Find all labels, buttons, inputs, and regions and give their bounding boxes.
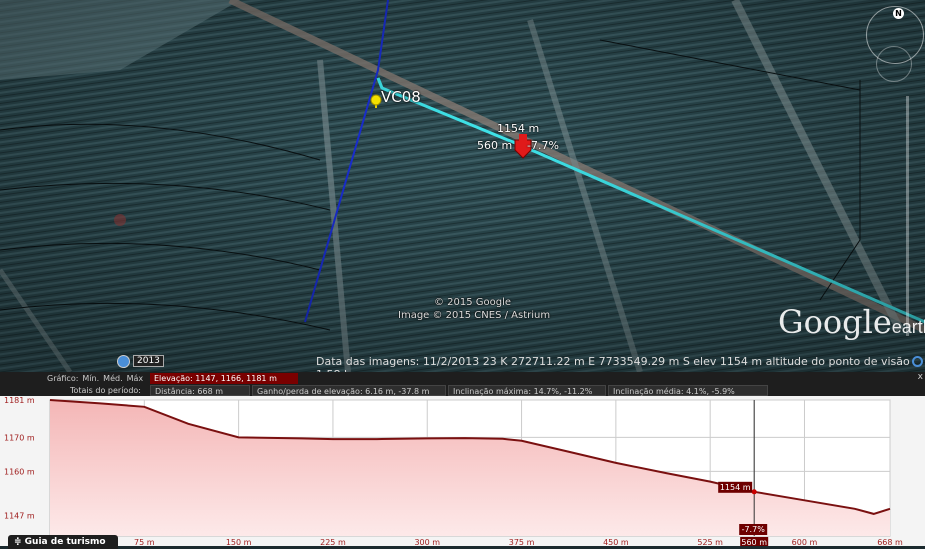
- status-bar: 2013 Data das imagens: 11/2/2013 23 K 27…: [0, 352, 925, 372]
- copyright-imagery: Image © 2015 CNES / Astrium: [398, 310, 551, 321]
- profile-header: Gráfico: Mín. Méd. Máx Elevação: 1147, 1166…: [0, 372, 925, 396]
- elevation-profile-panel: Gráfico: Mín. Méd. Máx Elevação: 1147, 1166…: [0, 372, 925, 549]
- cursor-point: [751, 489, 757, 495]
- historical-imagery-clock-icon[interactable]: [117, 355, 130, 368]
- x-tick-label: 375 m: [509, 538, 535, 546]
- elevation-dropdown[interactable]: Elevação: 1147, 1166, 1181 m: [150, 373, 298, 384]
- y-tick-label: 1147 m: [4, 512, 35, 521]
- viewpoint-eye-icon: [912, 356, 923, 367]
- satellite-map-view[interactable]: N VC08 1154 m 560 m -7.7% © 2015 Google …: [0, 0, 925, 372]
- avg-slope-stat: Inclinação média: 4.1%, -5.9%: [608, 385, 768, 396]
- tour-guide-button[interactable]: ≑ Guia de turismo: [8, 535, 118, 549]
- x-tick-label: 600 m: [792, 538, 818, 546]
- marker-elevation-label: 1154 m: [497, 122, 540, 135]
- marker-distance-label: 560 m: [477, 139, 513, 152]
- gain-loss-stat: Ganho/perda de elevação: 6.16 m, -37.8 m: [252, 385, 446, 396]
- max-slope-stat: Inclinação máxima: 14.7%, -11.2%: [448, 385, 606, 396]
- copyright-google: © 2015 Google: [434, 297, 512, 308]
- x-tick-label: 668 m: [877, 538, 903, 546]
- north-indicator-icon[interactable]: N: [893, 8, 904, 19]
- y-tick-label: 1160 m: [4, 467, 35, 476]
- look-control[interactable]: [876, 46, 912, 82]
- x-tick-label: 75 m: [134, 538, 155, 546]
- x-tick-label: 560 m: [741, 538, 767, 546]
- cursor-elevation-label: 1154 m: [720, 483, 751, 492]
- graph-label: Gráfico:: [47, 374, 79, 383]
- x-tick-label: 525 m: [697, 538, 723, 546]
- close-profile-icon[interactable]: x: [918, 372, 923, 382]
- graph-min-link[interactable]: Mín.: [82, 374, 99, 383]
- x-tick-label: 150 m: [226, 538, 252, 546]
- cursor-slope-label: -7.7%: [742, 525, 766, 534]
- x-tick-label: 225 m: [320, 538, 346, 546]
- y-tick-label: 1170 m: [4, 433, 35, 442]
- graph-selector: Gráfico: Mín. Méd. Máx: [47, 373, 147, 384]
- graph-avg-link[interactable]: Méd.: [103, 374, 122, 383]
- google-earth-logo: Googleearth: [778, 303, 925, 341]
- imagery-year-badge[interactable]: 2013: [133, 355, 164, 367]
- distance-stat: Distância: 668 m: [150, 385, 250, 396]
- logo-earth-text: earth: [891, 317, 925, 337]
- graph-max-link[interactable]: Máx: [127, 374, 144, 383]
- placemark-label[interactable]: VC08: [381, 88, 421, 106]
- totals-label: Totais do período:: [70, 386, 141, 395]
- marker-slope-label: -7.7%: [527, 139, 559, 152]
- zoom-slider[interactable]: [906, 96, 909, 336]
- elevation-profile-chart[interactable]: 1181 m 1170 m 1160 m 1147 m 75 m 150 m 225 m 3…: [0, 396, 925, 546]
- logo-google-text: Google: [778, 303, 892, 341]
- y-tick-label: 1181 m: [4, 396, 35, 405]
- status-text: Data das imagens: 11/2/2013 23 K 272711.…: [316, 355, 910, 372]
- x-tick-label: 450 m: [603, 538, 629, 546]
- x-tick-label: 300 m: [414, 538, 440, 546]
